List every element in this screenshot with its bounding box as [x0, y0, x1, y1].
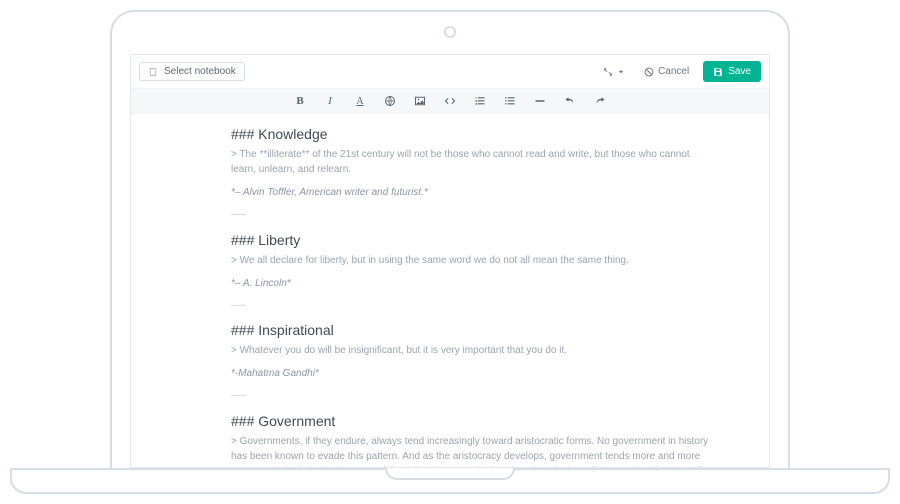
attribution: *-Mahatma Gandhi* [231, 366, 709, 381]
book-icon [148, 67, 158, 77]
section-inspirational: ### Inspirational > Whatever you do will… [231, 320, 709, 381]
font-button[interactable]: A [353, 94, 367, 108]
laptop-frame: Select notebook Cancel Save B I [110, 10, 790, 470]
laptop-notch [385, 468, 515, 480]
select-notebook-label: Select notebook [164, 66, 236, 77]
hr-button[interactable] [533, 94, 547, 108]
code-button[interactable] [443, 94, 457, 108]
expand-icon [603, 67, 613, 77]
expand-button[interactable] [599, 64, 630, 80]
laptop-base [10, 468, 890, 494]
image-button[interactable] [413, 94, 427, 108]
heading: ### Government [231, 411, 709, 432]
redo-button[interactable] [593, 94, 607, 108]
save-label: Save [728, 66, 751, 77]
format-toolbar: B I A [131, 89, 769, 114]
quote-text: > Whatever you do will be insignificant,… [231, 343, 709, 358]
redo-icon [594, 95, 606, 107]
italic-button[interactable]: I [323, 94, 337, 108]
select-notebook-button[interactable]: Select notebook [139, 62, 245, 81]
section-government: ### Government > Governments, if they en… [231, 411, 709, 468]
top-actions: Cancel Save [599, 61, 761, 82]
list-ul-icon [504, 95, 516, 107]
separator: ----- [231, 299, 709, 313]
heading: ### Inspirational [231, 320, 709, 341]
separator: ----- [231, 208, 709, 222]
ordered-list-button[interactable] [473, 94, 487, 108]
list-ol-icon [474, 95, 486, 107]
image-icon [414, 95, 426, 107]
attribution: *– A. Lincoln* [231, 276, 709, 291]
app-screen: Select notebook Cancel Save B I [130, 54, 770, 468]
editor-area[interactable]: ### Knowledge > The **illiterate** of th… [131, 114, 769, 467]
globe-icon [384, 95, 396, 107]
quote-text: > We all declare for liberty, but in usi… [231, 253, 709, 268]
quote-text: > Governments, if they endure, always te… [231, 434, 709, 468]
undo-button[interactable] [563, 94, 577, 108]
topbar: Select notebook Cancel Save [131, 55, 769, 89]
section-liberty: ### Liberty > We all declare for liberty… [231, 230, 709, 291]
code-icon [444, 95, 456, 107]
cancel-icon [644, 67, 654, 77]
heading: ### Knowledge [231, 124, 709, 145]
heading: ### Liberty [231, 230, 709, 251]
link-button[interactable] [383, 94, 397, 108]
separator: ----- [231, 389, 709, 403]
unordered-list-button[interactable] [503, 94, 517, 108]
attribution: *– Alvin Toffler, American writer and fu… [231, 185, 709, 200]
save-button[interactable]: Save [703, 61, 761, 82]
camera-icon [444, 26, 456, 38]
section-knowledge: ### Knowledge > The **illiterate** of th… [231, 124, 709, 200]
cancel-label: Cancel [658, 66, 689, 77]
undo-icon [564, 95, 576, 107]
minus-icon [534, 95, 546, 107]
save-icon [713, 67, 723, 77]
caret-down-icon [616, 67, 626, 77]
bold-button[interactable]: B [293, 94, 307, 108]
cancel-button[interactable]: Cancel [638, 63, 695, 80]
quote-text: > The **illiterate** of the 21st century… [231, 147, 709, 177]
